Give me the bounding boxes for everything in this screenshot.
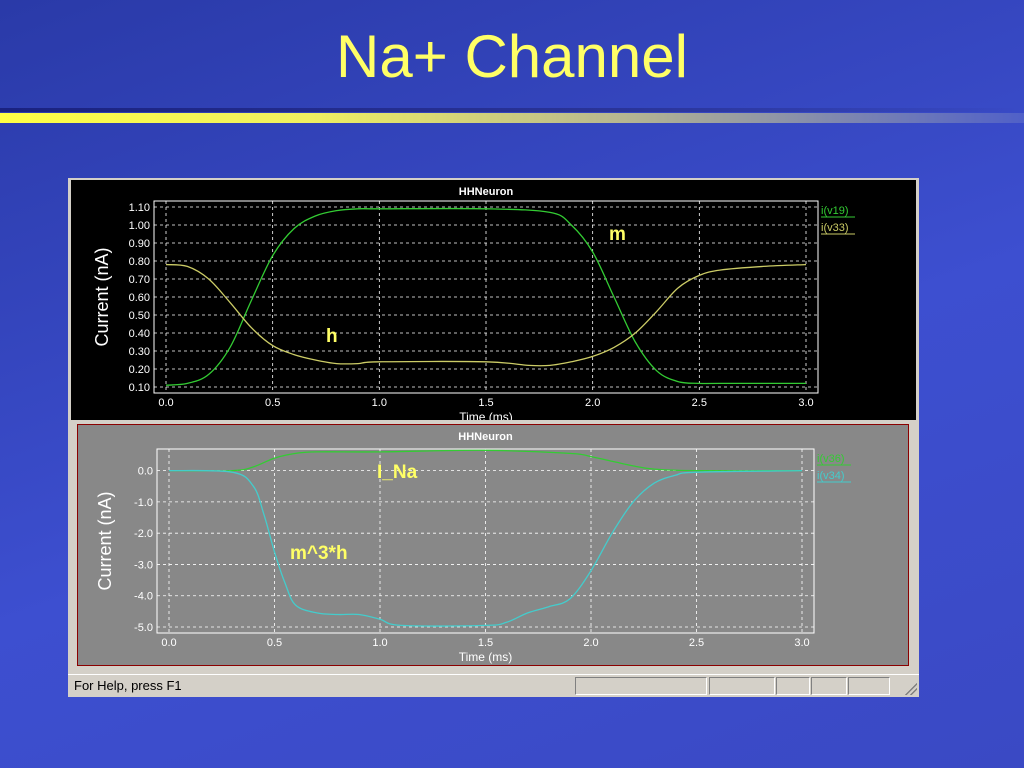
y-tick-label: 1.10: [129, 202, 150, 214]
plot-panel-current[interactable]: HHNeuron 0.0 0.5 1.0 1.5 2.0 2.5 3.0 -5.0 -4.0 -3.…: [77, 424, 909, 666]
y-tick-label: -2.0: [134, 528, 153, 540]
x-tick-label: 0.0: [158, 397, 173, 409]
chart-title: HHNeuron: [459, 186, 514, 198]
y-tick-label: 0.30: [129, 346, 150, 358]
x-axis-label: Time (ms): [459, 410, 513, 420]
legend-entry: i(v34): [817, 470, 845, 482]
status-pane-3: [776, 677, 810, 695]
y-tick-label: 0.70: [129, 274, 150, 286]
x-tick-label: 1.0: [372, 637, 387, 649]
title-underline: [0, 113, 1024, 123]
y-tick-label: -1.0: [134, 497, 153, 509]
y-axis-label: Current (nA): [92, 247, 112, 346]
y-tick-label: 1.00: [129, 220, 150, 232]
y-tick-label: 0.60: [129, 292, 150, 304]
x-tick-label: 2.5: [692, 397, 707, 409]
x-tick-label: 0.5: [267, 637, 282, 649]
x-tick-label: 1.5: [478, 637, 493, 649]
x-tick-label: 1.0: [372, 397, 387, 409]
gating-chart: HHNeuron 0.0 0.5 1.0 1.5 2.0 2.5 3.0 0.10 0.20 0.3…: [92, 186, 855, 424]
status-pane-4: [811, 677, 847, 695]
x-tick-label: 0.5: [265, 397, 280, 409]
status-bar: For Help, press F1: [68, 674, 919, 697]
y-axis-label: Current (nA): [95, 491, 115, 590]
x-tick-label: 3.0: [798, 397, 813, 409]
title-underline-shadow: [0, 108, 1024, 112]
annotation-m3h: m^3*h: [290, 543, 348, 564]
x-tick-label: 3.0: [794, 637, 809, 649]
resize-grip-icon[interactable]: [905, 683, 917, 695]
hhneuron-app-window: HHNeuron 0.0 0.5 1.0 1.5 2.0 2.5 3.0 0.10 0.20 0.3…: [68, 178, 919, 697]
legend-entry: i(v19): [821, 205, 849, 217]
status-pane-1: [575, 677, 707, 695]
y-tick-label: 0.90: [129, 238, 150, 250]
annotation-m: m: [609, 224, 626, 245]
x-axis-label: Time (ms): [459, 650, 513, 664]
legend-entry: i(v36): [817, 453, 845, 465]
x-tick-label: 0.0: [161, 637, 176, 649]
legend-entry: i(v33): [821, 222, 849, 234]
y-tick-label: -3.0: [134, 559, 153, 571]
annotation-h: h: [326, 326, 338, 347]
y-tick-label: -5.0: [134, 622, 153, 634]
x-tick-label: 1.5: [478, 397, 493, 409]
status-help-text: For Help, press F1: [74, 678, 182, 693]
y-tick-label: 0.40: [129, 328, 150, 340]
slide-title: Na+ Channel: [336, 23, 688, 90]
chart-title: HHNeuron: [458, 431, 513, 443]
x-tick-label: 2.5: [689, 637, 704, 649]
x-tick-label: 2.0: [585, 397, 600, 409]
y-tick-label: 0.50: [129, 310, 150, 322]
plot-panel-gating[interactable]: HHNeuron 0.0 0.5 1.0 1.5 2.0 2.5 3.0 0.10 0.20 0.3…: [71, 180, 916, 424]
y-tick-label: 0.0: [138, 466, 153, 478]
current-chart: HHNeuron 0.0 0.5 1.0 1.5 2.0 2.5 3.0 -5.0 -4.0 -3.…: [95, 431, 851, 664]
annotation-i-na: I_Na: [377, 462, 418, 483]
y-tick-label: -4.0: [134, 591, 153, 603]
x-tick-label: 2.0: [583, 637, 598, 649]
y-tick-label: 0.10: [129, 382, 150, 394]
status-pane-2: [709, 677, 775, 695]
y-tick-label: 0.80: [129, 256, 150, 268]
y-tick-label: 0.20: [129, 364, 150, 376]
status-pane-5: [848, 677, 890, 695]
